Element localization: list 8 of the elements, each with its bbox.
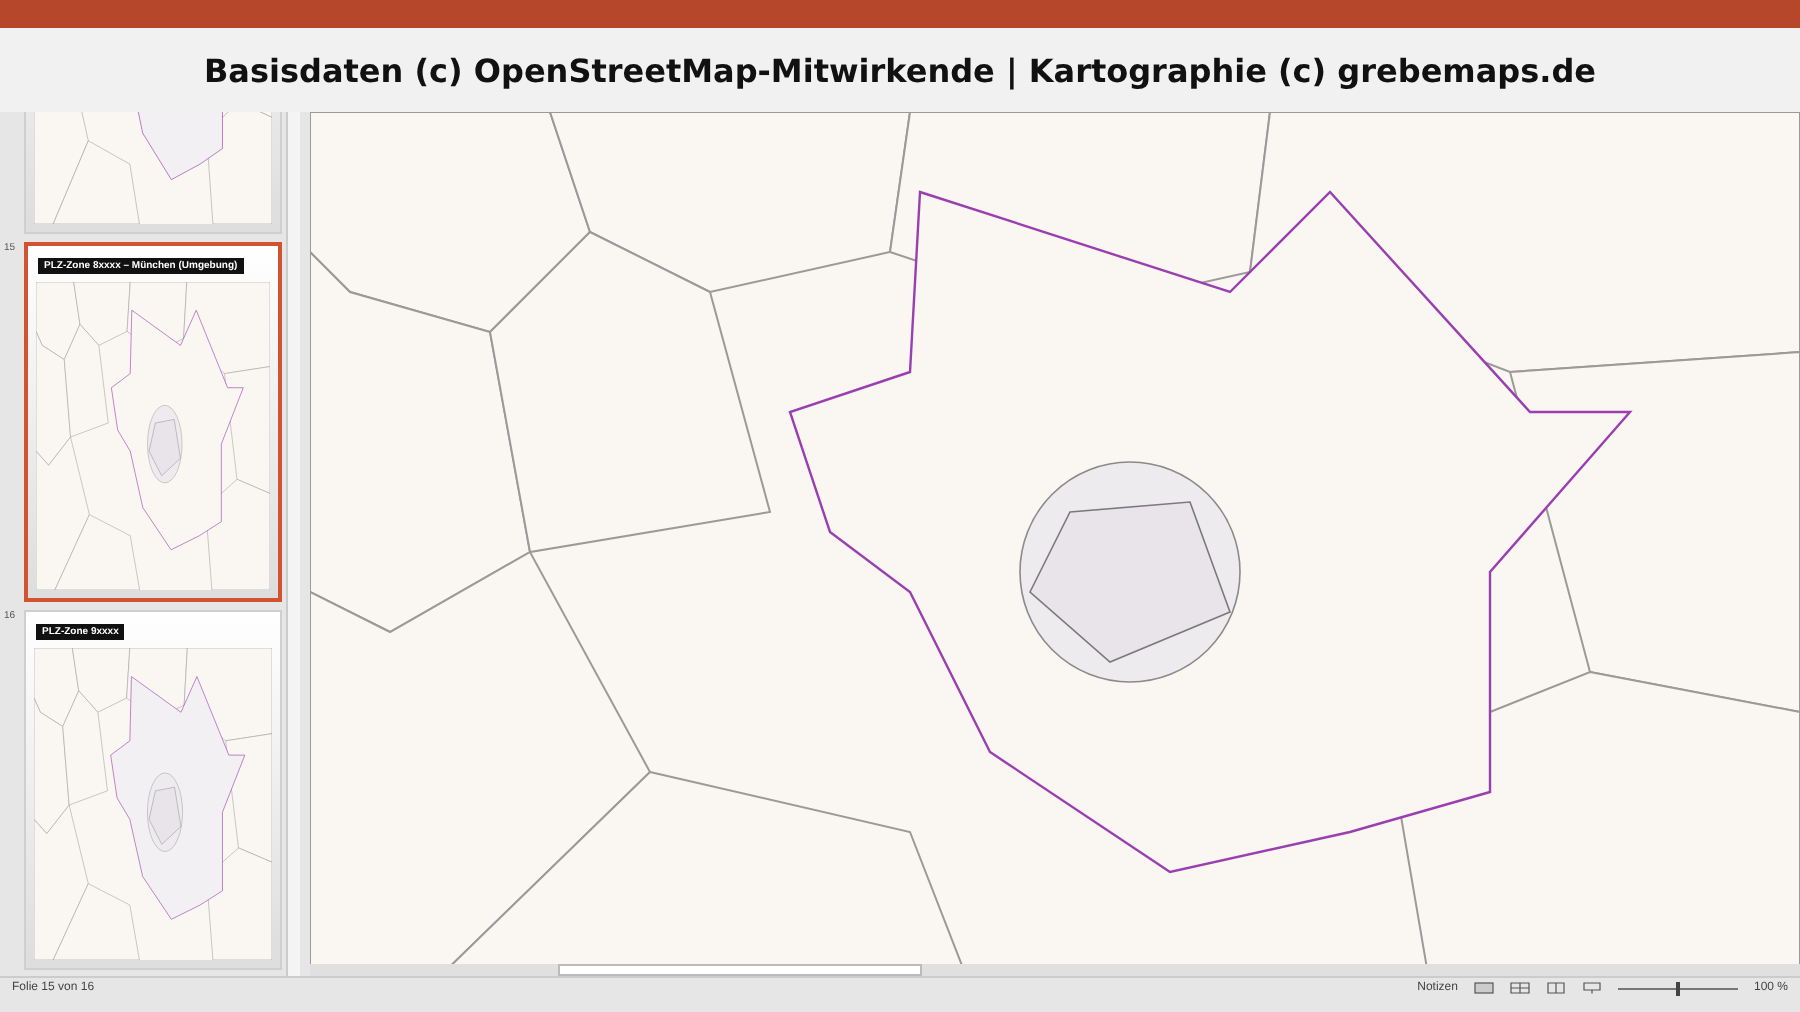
book-view-icon[interactable] (1545, 982, 1566, 994)
scrollbar[interactable] (286, 112, 300, 976)
normal-view-icon[interactable] (1473, 982, 1494, 994)
zoom-slider[interactable] (1617, 981, 1738, 995)
scrollbar[interactable] (310, 964, 1800, 976)
caption-text: Basisdaten (c) OpenStreetMap-Mitwirkende | Kartographie (c) grebemaps.de (203, 51, 1596, 89)
grid-view-icon[interactable] (1509, 982, 1530, 994)
presentation-icon[interactable] (1581, 982, 1602, 994)
